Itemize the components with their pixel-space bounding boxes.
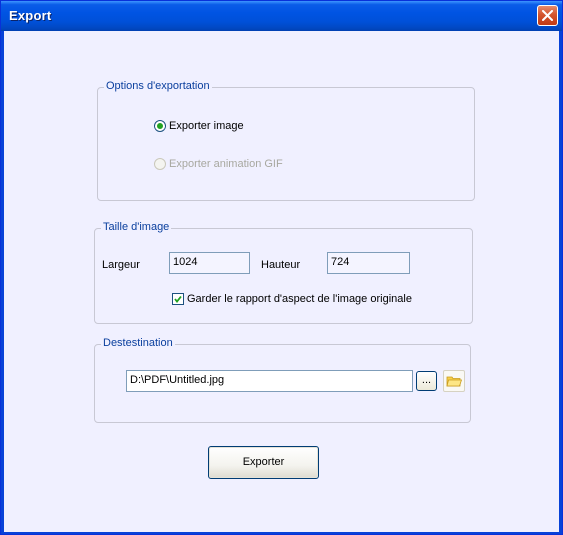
title-bar[interactable]: Export (1, 1, 562, 31)
folder-icon (446, 376, 462, 387)
destination-path-input[interactable]: D:\PDF\Untitled.jpg (126, 370, 413, 392)
close-icon (542, 10, 553, 21)
radio-export-gif-label: Exporter animation GIF (169, 158, 283, 170)
checkbox-box[interactable] (172, 293, 184, 305)
export-button[interactable]: Exporter (208, 446, 319, 479)
export-dialog: Export Options d'exportation Exporter im… (0, 0, 563, 535)
browse-button[interactable]: ... (416, 371, 437, 391)
destination-group: Destestination D:\PDF\Untitled.jpg ... (94, 337, 471, 423)
window-title: Export (9, 8, 52, 23)
height-label: Hauteur (261, 259, 301, 271)
width-label: Largeur (102, 259, 140, 271)
image-size-group: Taille d'image Largeur 1024 Hauteur 724 … (94, 221, 473, 324)
open-folder-button[interactable] (443, 370, 465, 392)
keep-aspect-label: Garder le rapport d'aspect de l'image or… (187, 293, 412, 305)
radio-export-image-label: Exporter image (169, 120, 244, 132)
export-options-group: Options d'exportation Exporter image Exp… (97, 80, 475, 201)
export-options-label: Options d'exportation (104, 80, 212, 92)
dialog-body: Options d'exportation Exporter image Exp… (4, 31, 559, 532)
radio-export-image[interactable]: Exporter image (154, 120, 244, 132)
image-size-label: Taille d'image (101, 221, 172, 233)
radio-selected-icon[interactable] (154, 120, 166, 132)
destination-label: Destestination (101, 337, 175, 349)
width-input[interactable]: 1024 (169, 252, 250, 274)
checkmark-icon (174, 295, 182, 303)
keep-aspect-checkbox[interactable]: Garder le rapport d'aspect de l'image or… (172, 293, 412, 305)
radio-export-gif: Exporter animation GIF (154, 158, 283, 170)
radio-disabled-icon (154, 158, 166, 170)
height-input[interactable]: 724 (327, 252, 410, 274)
close-button[interactable] (537, 5, 558, 26)
